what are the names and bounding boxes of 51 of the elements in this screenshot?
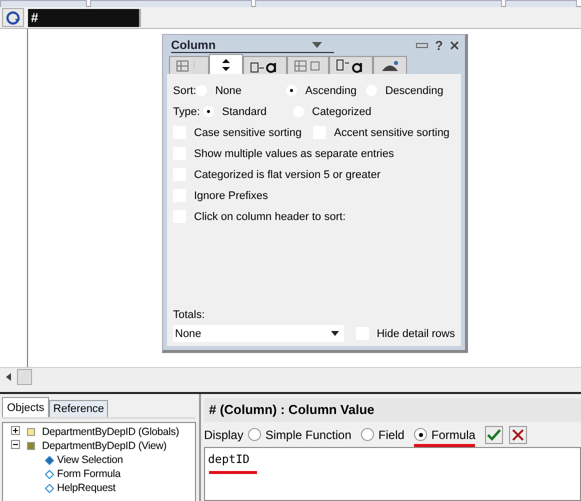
scroll-left-icon[interactable] — [6, 372, 11, 380]
sort-label: Sort: — [173, 84, 196, 96]
close-icon[interactable] — [450, 40, 459, 50]
tab[interactable]: Objects — [2, 397, 50, 417]
expand-toggle[interactable] — [11, 426, 20, 438]
checkbox[interactable]: Show multiple values as separate entries — [173, 147, 433, 160]
tree-item[interactable]: HelpRequest — [57, 482, 116, 494]
totals-label: Totals: — [173, 309, 206, 323]
radio-button[interactable]: Formula — [414, 422, 476, 446]
tab[interactable]: Reference — [49, 400, 108, 417]
sort-icon — [222, 58, 230, 70]
checkbox[interactable]: Click on column header to sort: — [173, 210, 433, 223]
panel-title: # (Column) : Column Value — [204, 398, 581, 422]
checkbox[interactable]: Categorized is flat version 5 or greater — [173, 168, 433, 181]
radio-button[interactable]: Standard — [203, 106, 293, 118]
type-label: Type: — [173, 106, 201, 118]
formula-text: deptID — [208, 452, 250, 466]
highlight-underline — [414, 444, 476, 446]
tab[interactable] — [243, 56, 287, 74]
radio-button[interactable]: Ascending — [286, 84, 366, 96]
hat-icon — [380, 60, 400, 72]
tree-item[interactable]: DepartmentByDepID (Globals) — [42, 426, 179, 438]
radio-button[interactable]: Descending — [366, 84, 456, 96]
radio-button[interactable]: None — [196, 84, 286, 96]
minimize-icon[interactable] — [416, 42, 428, 48]
checkbox[interactable]: Case sensitive sorting — [173, 126, 313, 139]
column-width-icon — [294, 60, 322, 72]
refresh-button[interactable] — [2, 8, 24, 27]
radio-button[interactable]: Simple Function — [248, 422, 352, 446]
tree-item[interactable]: DepartmentByDepID (View) — [42, 440, 167, 452]
formula-editor[interactable]: deptID — [204, 447, 581, 501]
checkbox[interactable]: Accent sensitive sorting — [313, 126, 453, 139]
scrollbar-thumb[interactable] — [17, 368, 32, 384]
tree-item[interactable]: View Selection — [57, 454, 123, 466]
tree-item[interactable]: Form Formula — [57, 468, 121, 480]
checkbox[interactable]: Hide detail rows — [356, 327, 455, 340]
expand-toggle[interactable] — [11, 440, 20, 452]
tab[interactable] — [329, 56, 373, 74]
help-icon[interactable]: ? — [435, 38, 443, 52]
dropdown-icon[interactable] — [330, 331, 339, 336]
totals-dropdown[interactable]: None — [173, 325, 344, 342]
radio-button[interactable]: Categorized — [293, 106, 373, 118]
dialog-title[interactable]: Column — [171, 38, 216, 52]
formula-field[interactable]: # — [28, 8, 141, 26]
tab[interactable] — [373, 56, 407, 74]
accept-button[interactable] — [485, 426, 504, 444]
checkbox[interactable]: Ignore Prefixes — [173, 189, 433, 202]
radio-button[interactable]: Field — [361, 422, 404, 446]
cancel-button[interactable] — [509, 426, 528, 444]
display-label: Display — [204, 428, 244, 442]
tab[interactable] — [209, 54, 243, 74]
